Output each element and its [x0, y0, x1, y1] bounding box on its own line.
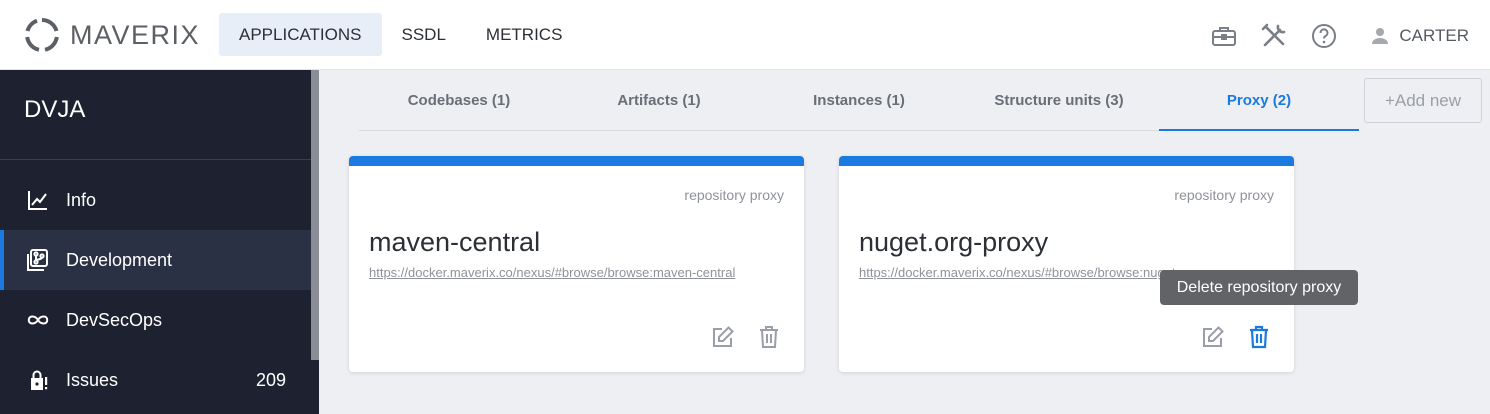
user-name: CARTER: [1399, 26, 1469, 45]
tab-instances[interactable]: Instances (1): [759, 70, 959, 130]
card-accent-bar: [349, 156, 804, 166]
card-name: nuget.org-proxy: [859, 227, 1049, 257]
trash-icon[interactable]: [1246, 324, 1272, 350]
sidebar-item-label: Development: [66, 249, 173, 270]
help-icon[interactable]: [1309, 21, 1339, 51]
top-bar: MAVERIX APPLICATIONS SSDL METRICS CARTER: [0, 0, 1490, 70]
infinity-icon: [26, 308, 50, 332]
user-menu[interactable]: CARTER: [1369, 25, 1469, 47]
sidebar-scrollbar[interactable]: [311, 70, 319, 360]
user-icon: [1372, 28, 1389, 44]
sidebar-item-development[interactable]: Development: [0, 230, 311, 290]
main-nav: APPLICATIONS SSDL METRICS: [219, 13, 582, 56]
delete-tooltip: Delete repository proxy: [1160, 270, 1358, 305]
card-name: maven-central: [369, 227, 541, 257]
nav-ssdl[interactable]: SSDL: [382, 13, 466, 56]
tab-artifacts[interactable]: Artifacts (1): [559, 70, 759, 130]
brand-name: MAVERIX: [70, 19, 201, 50]
sidebar-item-label: Info: [66, 189, 97, 210]
chart-line-icon: [26, 188, 50, 212]
logo-ring-icon: [25, 17, 59, 52]
sidebar-item-label: Issues: [66, 369, 119, 390]
sidebar: DVJA Info Development DevSecOps Issues 2…: [0, 70, 319, 414]
card-type: repository proxy: [684, 187, 784, 203]
sidebar-divider: [0, 159, 311, 160]
card-url-link[interactable]: https://docker.maverix.co/nexus/#browse/…: [369, 265, 784, 280]
add-new-button[interactable]: +Add new: [1364, 78, 1482, 123]
sidebar-item-devsecops[interactable]: DevSecOps: [0, 290, 311, 350]
sidebar-item-label: DevSecOps: [66, 309, 163, 330]
tab-codebases[interactable]: Codebases (1): [359, 70, 559, 130]
proxy-card: repository proxy maven-central https://d…: [349, 156, 804, 372]
brand-logo[interactable]: MAVERIX: [24, 16, 200, 54]
tools-icon[interactable]: [1259, 21, 1289, 51]
edit-icon[interactable]: [710, 324, 736, 350]
nav-metrics[interactable]: METRICS: [466, 13, 583, 56]
edit-icon[interactable]: [1200, 324, 1226, 350]
sidebar-item-issues[interactable]: Issues 209: [0, 350, 311, 410]
tab-proxy[interactable]: Proxy (2): [1159, 70, 1359, 131]
proxy-card: repository proxy nuget.org-proxy https:/…: [839, 156, 1294, 372]
card-accent-bar: [839, 156, 1294, 166]
tab-structure-units[interactable]: Structure units (3): [959, 70, 1159, 130]
sidebar-item-info[interactable]: Info: [0, 170, 311, 230]
toolbox-icon[interactable]: [1209, 21, 1239, 51]
card-actions: [1180, 324, 1272, 350]
trash-icon[interactable]: [756, 324, 782, 350]
entity-tabs: Codebases (1) Artifacts (1) Instances (1…: [359, 70, 1359, 131]
card-type: repository proxy: [1174, 187, 1274, 203]
nav-applications[interactable]: APPLICATIONS: [219, 13, 382, 56]
app-title: DVJA: [24, 96, 86, 123]
card-actions: [690, 324, 782, 350]
lock-alert-icon: [26, 368, 50, 392]
source-branch-icon: [26, 248, 50, 272]
top-right-tools: CARTER: [1209, 20, 1490, 52]
issues-count: 209: [255, 369, 286, 390]
